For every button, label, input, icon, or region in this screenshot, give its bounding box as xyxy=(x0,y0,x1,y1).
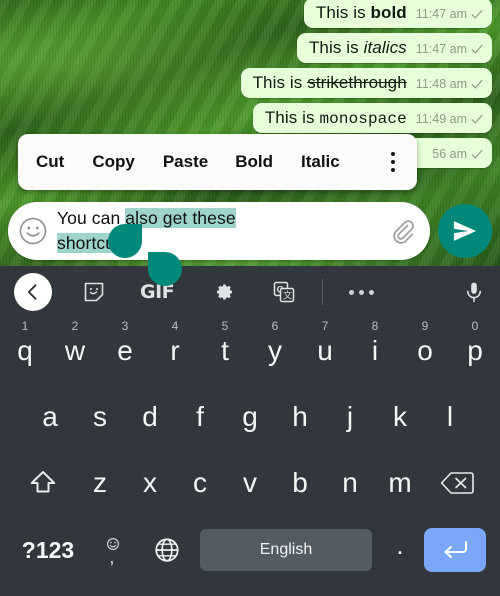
message-text: This is italics xyxy=(308,38,407,57)
key-spacebar[interactable]: English xyxy=(200,529,372,571)
shift-arrow-icon[interactable] xyxy=(11,468,75,498)
context-menu-item-copy[interactable]: Copy xyxy=(92,152,135,172)
message-timestamp: 11:49 am xyxy=(415,112,467,126)
send-button[interactable] xyxy=(438,204,492,258)
key-c[interactable]: c xyxy=(175,467,225,499)
emoji-smiley-icon: , xyxy=(106,537,120,567)
keyboard-toolbar: GIF G 文 xyxy=(0,266,500,318)
key-enter[interactable] xyxy=(424,528,486,572)
key-k[interactable]: k xyxy=(375,401,425,433)
text-context-menu: Cut Copy Paste Bold Italic xyxy=(18,134,417,190)
context-menu-item-bold[interactable]: Bold xyxy=(235,152,273,172)
svg-text:文: 文 xyxy=(283,290,292,301)
virtual-keyboard: GIF G 文 1q 2w 3e xyxy=(0,266,500,596)
input-line-2: shortcuts xyxy=(57,233,129,253)
message-text: This is strikethrough xyxy=(252,73,407,92)
key-symbols[interactable]: ?123 xyxy=(10,537,86,564)
more-horizontal-icon[interactable] xyxy=(349,289,375,295)
key-e[interactable]: 3e xyxy=(100,319,150,367)
key-v[interactable]: v xyxy=(225,467,275,499)
key-h[interactable]: h xyxy=(275,401,325,433)
key-z[interactable]: z xyxy=(75,467,125,499)
message-input-field[interactable]: You can also get these shortcuts xyxy=(8,202,430,260)
message-timestamp: 11:47 am xyxy=(415,7,467,21)
check-icon xyxy=(471,79,483,89)
back-chevron-icon[interactable] xyxy=(14,273,52,311)
enter-return-icon xyxy=(444,541,467,558)
svg-text:,: , xyxy=(110,548,115,567)
key-a[interactable]: a xyxy=(25,401,75,433)
send-plane-icon xyxy=(453,221,477,241)
key-m[interactable]: m xyxy=(375,467,425,499)
translate-icon[interactable]: G 文 xyxy=(272,280,296,304)
more-vertical-icon[interactable] xyxy=(390,151,395,173)
key-x[interactable]: x xyxy=(125,467,175,499)
key-q[interactable]: 1q xyxy=(0,319,50,367)
key-t[interactable]: 5t xyxy=(200,319,250,367)
key-j[interactable]: j xyxy=(325,401,375,433)
key-p[interactable]: 0p xyxy=(450,319,500,367)
paperclip-icon[interactable] xyxy=(388,217,416,245)
input-line-1: You can also get these xyxy=(57,208,236,228)
message-timestamp: 11:47 am xyxy=(415,42,467,56)
keyboard-row-3: z x c v b n m xyxy=(0,450,500,516)
message-meta: 56 am xyxy=(432,147,483,161)
message-timestamp: 56 am xyxy=(432,147,467,161)
message-meta: 11:49 am xyxy=(416,112,483,126)
microphone-icon[interactable] xyxy=(462,280,486,304)
key-i[interactable]: 8i xyxy=(350,319,400,367)
key-w[interactable]: 2w xyxy=(50,319,100,367)
key-d[interactable]: d xyxy=(125,401,175,433)
check-icon xyxy=(471,149,483,159)
toolbar-divider xyxy=(322,279,324,305)
message-row: This is italics 11:47 am xyxy=(0,33,500,63)
check-icon xyxy=(471,44,483,54)
backspace-icon[interactable] xyxy=(425,470,489,496)
key-period[interactable]: . xyxy=(378,530,422,571)
message-bubble-monospace[interactable]: This is monospace 11:49 am xyxy=(252,103,492,133)
key-y[interactable]: 6y xyxy=(250,319,300,367)
key-o[interactable]: 9o xyxy=(400,319,450,367)
sticker-icon[interactable] xyxy=(82,280,106,304)
message-bubble-italics[interactable]: This is italics 11:47 am xyxy=(296,33,492,63)
key-s[interactable]: s xyxy=(75,401,125,433)
message-row: This is monospace 11:49 am xyxy=(0,103,500,133)
key-r[interactable]: 4r xyxy=(150,319,200,367)
globe-language-icon[interactable] xyxy=(140,536,194,564)
message-meta: 11:47 am xyxy=(416,7,483,21)
key-l[interactable]: l xyxy=(425,401,475,433)
context-menu-item-cut[interactable]: Cut xyxy=(36,152,64,172)
message-row: This is strikethrough 11:48 am xyxy=(0,68,500,98)
message-timestamp: 11:48 am xyxy=(415,77,467,91)
settings-gear-icon[interactable] xyxy=(212,280,236,304)
check-icon xyxy=(471,114,483,124)
key-u[interactable]: 7u xyxy=(300,319,350,367)
emoji-smiley-icon[interactable] xyxy=(18,216,48,246)
keyboard-row-1: 1q 2w 3e 4r 5t 6y 7u 8i 9o 0p xyxy=(0,318,500,384)
context-menu-item-paste[interactable]: Paste xyxy=(163,152,208,172)
gif-icon[interactable]: GIF xyxy=(140,281,175,303)
message-meta: 11:47 am xyxy=(416,42,483,56)
check-icon xyxy=(471,9,483,19)
keyboard-row-2: a s d f g h j k l xyxy=(0,384,500,450)
message-input-text[interactable]: You can also get these shortcuts xyxy=(57,202,388,260)
message-bubble-bold[interactable]: This is bold 11:47 am xyxy=(303,0,492,28)
keyboard-row-4: ?123 , English . xyxy=(0,516,500,584)
message-bubble-strikethrough[interactable]: This is strikethrough 11:48 am xyxy=(240,68,492,98)
message-row: This is bold 11:47 am xyxy=(0,0,500,28)
context-menu-item-italic[interactable]: Italic xyxy=(301,152,340,172)
message-text: This is monospace xyxy=(264,108,407,128)
message-meta: 11:48 am xyxy=(416,77,483,91)
message-input-bar: You can also get these shortcuts xyxy=(0,196,500,266)
key-comma[interactable]: , xyxy=(86,533,140,567)
key-g[interactable]: g xyxy=(225,401,275,433)
key-b[interactable]: b xyxy=(275,467,325,499)
key-f[interactable]: f xyxy=(175,401,225,433)
message-text: This is bold xyxy=(315,3,407,22)
key-n[interactable]: n xyxy=(325,467,375,499)
